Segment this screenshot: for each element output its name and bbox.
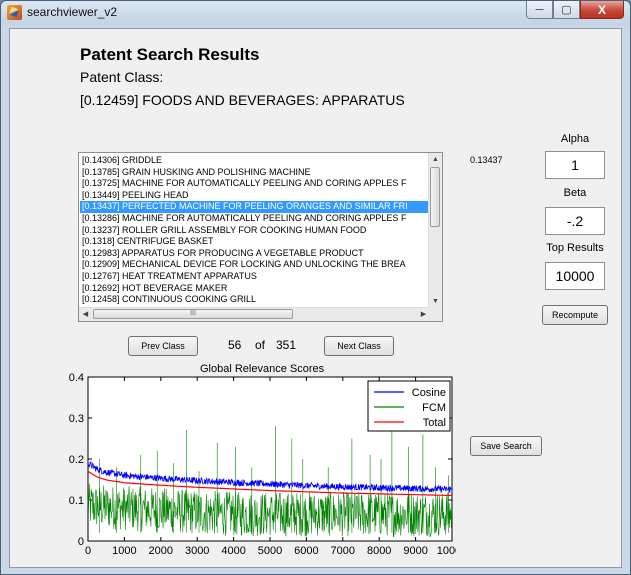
total-classes: 351 [276, 338, 297, 352]
x-tick-label: 0 [85, 545, 91, 557]
vertical-scrollbar[interactable]: ▲ ▼ [428, 153, 442, 308]
figure-panel: Patent Search Results Patent Class: [0.1… [9, 28, 622, 568]
y-tick-label: 0.1 [69, 495, 84, 507]
patent-class-value: [0.12459] FOODS AND BEVERAGES: APPARATUS [80, 92, 405, 108]
y-tick-label: 0.3 [69, 413, 84, 425]
x-tick-label: 5000 [258, 545, 282, 557]
list-item[interactable]: [0.12458] CONTINUOUS COOKING GRILL [80, 294, 430, 306]
legend-label: Total [423, 417, 446, 429]
x-tick-label: 4000 [221, 545, 245, 557]
scroll-up-icon[interactable]: ▲ [429, 153, 442, 166]
scroll-left-icon[interactable]: ◀ [79, 308, 92, 321]
results-list: [0.14306] GRIDDLE [0.13785] GRAIN HUSKING… [80, 155, 430, 306]
horizontal-scrollbar[interactable]: ◀ III ▶ [79, 307, 430, 321]
pager-of-label: of [255, 338, 266, 352]
list-item[interactable]: [0.13725] MACHINE FOR AUTOMATICALLY PEEL… [80, 178, 430, 190]
maximize-button[interactable]: ▢ [553, 1, 580, 19]
page-title: Patent Search Results [80, 45, 260, 64]
app-window: searchviewer_v2 ─ ▢ X Patent Search Resu… [0, 0, 631, 575]
matlab-logo-icon [7, 5, 22, 20]
x-tick-label: 8000 [367, 545, 391, 557]
beta-label: Beta [563, 187, 587, 199]
list-item[interactable]: [0.12909] MECHANICAL DEVICE FOR LOCKING … [80, 259, 430, 271]
close-button[interactable]: X [580, 1, 624, 19]
list-item[interactable]: [0.13449] PEELING HEAD [80, 190, 430, 202]
legend-label: Cosine [412, 387, 446, 399]
save-search-button[interactable]: Save Search [470, 436, 542, 456]
relevance-chart: 0 1000 2000 3000 4000 5000 6000 7000 8000 9000 100… [69, 373, 456, 557]
alpha-label: Alpha [560, 133, 590, 145]
list-item[interactable]: [0.12767] HEAT TREATMENT APPARATUS [80, 271, 430, 283]
x-tick-label: 1000 [112, 545, 136, 557]
next-class-button[interactable]: Next Class [324, 336, 394, 356]
title-bar[interactable]: searchviewer_v2 ─ ▢ X [1, 1, 630, 25]
list-item[interactable]: [0.13286] MACHINE FOR AUTOMATICALLY PEEL… [80, 213, 430, 225]
x-tick-label: 10000 [437, 545, 456, 557]
minimize-button[interactable]: ─ [526, 1, 553, 19]
x-tick-label: 7000 [331, 545, 355, 557]
x-tick-label: 9000 [403, 545, 427, 557]
selected-score: 0.13437 [470, 155, 503, 165]
list-item[interactable]: [0.14306] GRIDDLE [80, 155, 430, 167]
top-results-label: Top Results [546, 242, 604, 254]
window-title: searchviewer_v2 [27, 5, 118, 19]
x-tick-label: 6000 [294, 545, 318, 557]
current-class-index: 56 [228, 338, 242, 352]
list-item[interactable]: [0.12983] APPARATUS FOR PRODUCING A VEGE… [80, 248, 430, 260]
horizontal-scroll-thumb[interactable]: III [93, 309, 293, 319]
list-item[interactable]: [0.1318] CENTRIFUGE BASKET [80, 236, 430, 248]
y-tick-label: 0 [78, 536, 84, 548]
list-item[interactable]: [0.13437] PERFECTED MACHINE FOR PEELING … [80, 201, 430, 213]
y-tick-label: 0.4 [69, 373, 84, 384]
beta-field[interactable]: -.2 [545, 207, 605, 235]
top-results-field[interactable]: 10000 [545, 262, 605, 290]
y-tick-label: 0.2 [69, 454, 84, 466]
scroll-corner [429, 308, 442, 321]
window-controls: ─ ▢ X [526, 1, 624, 20]
scroll-down-icon[interactable]: ▼ [429, 295, 442, 308]
recompute-button[interactable]: Recompute [542, 305, 608, 325]
vertical-scroll-thumb[interactable] [430, 167, 440, 227]
results-listbox[interactable]: [0.14306] GRIDDLE [0.13785] GRAIN HUSKING… [78, 152, 443, 322]
alpha-field[interactable]: 1 [545, 151, 605, 179]
legend-label: FCM [422, 402, 446, 414]
list-item[interactable]: [0.13237] ROLLER GRILL ASSEMBLY FOR COOK… [80, 225, 430, 237]
patent-class-label: Patent Class: [80, 69, 164, 85]
list-item[interactable]: [0.12692] HOT BEVERAGE MAKER [80, 283, 430, 295]
x-tick-label: 2000 [149, 545, 173, 557]
prev-class-button[interactable]: Prev Class [128, 336, 198, 356]
x-tick-label: 3000 [185, 545, 209, 557]
list-item[interactable]: [0.13785] GRAIN HUSKING AND POLISHING MA… [80, 167, 430, 179]
